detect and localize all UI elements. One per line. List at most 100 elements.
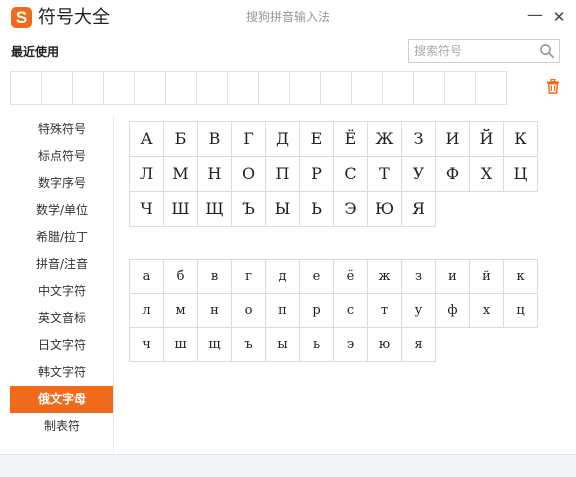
- symbol-cell[interactable]: й: [470, 260, 504, 294]
- symbol-cell[interactable]: Ь: [300, 192, 334, 227]
- symbol-cell[interactable]: ф: [436, 294, 470, 328]
- symbol-cell[interactable]: д: [266, 260, 300, 294]
- symbol-cell[interactable]: щ: [198, 328, 232, 362]
- recent-slot[interactable]: [259, 72, 290, 104]
- symbol-cell[interactable]: В: [198, 122, 232, 157]
- symbol-cell[interactable]: ы: [266, 328, 300, 362]
- symbol-cell[interactable]: С: [334, 157, 368, 192]
- symbol-cell[interactable]: в: [198, 260, 232, 294]
- symbol-cell[interactable]: П: [266, 157, 300, 192]
- symbol-cell[interactable]: е: [300, 260, 334, 294]
- recent-slot[interactable]: [414, 72, 445, 104]
- symbol-cell[interactable]: з: [402, 260, 436, 294]
- symbol-cell[interactable]: Щ: [198, 192, 232, 227]
- category-item[interactable]: 韩文字符: [10, 359, 114, 386]
- symbol-cell[interactable]: л: [130, 294, 164, 328]
- symbol-cell[interactable]: ё: [334, 260, 368, 294]
- recent-slot[interactable]: [321, 72, 352, 104]
- recent-slot[interactable]: [73, 72, 104, 104]
- recent-slot[interactable]: [104, 72, 135, 104]
- symbol-cell[interactable]: Ю: [368, 192, 402, 227]
- symbol-cell[interactable]: с: [334, 294, 368, 328]
- symbol-cell[interactable]: ц: [504, 294, 538, 328]
- symbol-cell[interactable]: Б: [164, 122, 198, 157]
- symbol-cell[interactable]: З: [402, 122, 436, 157]
- symbol-cell[interactable]: а: [130, 260, 164, 294]
- symbol-cell[interactable]: М: [164, 157, 198, 192]
- search-box[interactable]: [408, 39, 560, 63]
- symbol-cell[interactable]: О: [232, 157, 266, 192]
- symbol-cell[interactable]: Ч: [130, 192, 164, 227]
- close-button[interactable]: ✕: [550, 8, 568, 26]
- symbol-cell[interactable]: г: [232, 260, 266, 294]
- symbol-cell[interactable]: Р: [300, 157, 334, 192]
- symbol-cell[interactable]: к: [504, 260, 538, 294]
- symbol-cell[interactable]: К: [504, 122, 538, 157]
- category-item[interactable]: 特殊符号: [10, 116, 114, 143]
- title-bar[interactable]: S 符号大全 搜狗拼音输入法 — ✕: [0, 0, 576, 36]
- symbol-cell[interactable]: э: [334, 328, 368, 362]
- search-input[interactable]: [414, 43, 539, 59]
- symbol-cell[interactable]: Д: [266, 122, 300, 157]
- recent-slot[interactable]: [197, 72, 228, 104]
- symbol-cell[interactable]: У: [402, 157, 436, 192]
- symbol-cell[interactable]: н: [198, 294, 232, 328]
- symbol-cell[interactable]: п: [266, 294, 300, 328]
- trash-icon[interactable]: [546, 79, 560, 94]
- symbol-cell[interactable]: я: [402, 328, 436, 362]
- symbol-cell[interactable]: Й: [470, 122, 504, 157]
- category-item[interactable]: 制表符: [10, 413, 114, 440]
- category-item[interactable]: 拼音/注音: [10, 251, 114, 278]
- symbol-cell[interactable]: и: [436, 260, 470, 294]
- symbol-cell[interactable]: И: [436, 122, 470, 157]
- recent-slot[interactable]: [352, 72, 383, 104]
- recent-slot[interactable]: [445, 72, 476, 104]
- symbol-cell[interactable]: ч: [130, 328, 164, 362]
- symbol-cell[interactable]: Ъ: [232, 192, 266, 227]
- recent-slot[interactable]: [383, 72, 414, 104]
- symbol-cell[interactable]: ъ: [232, 328, 266, 362]
- recent-slot[interactable]: [476, 72, 507, 104]
- symbol-cell[interactable]: Э: [334, 192, 368, 227]
- minimize-button[interactable]: —: [526, 6, 544, 24]
- symbol-cell[interactable]: Х: [470, 157, 504, 192]
- symbol-cell[interactable]: р: [300, 294, 334, 328]
- symbol-cell[interactable]: Ы: [266, 192, 300, 227]
- symbol-cell[interactable]: Н: [198, 157, 232, 192]
- symbol-cell[interactable]: о: [232, 294, 266, 328]
- category-item[interactable]: 英文音标: [10, 305, 114, 332]
- recent-slot[interactable]: [42, 72, 73, 104]
- symbol-cell[interactable]: у: [402, 294, 436, 328]
- symbol-cell[interactable]: х: [470, 294, 504, 328]
- symbol-cell[interactable]: ж: [368, 260, 402, 294]
- category-item[interactable]: 中文字符: [10, 278, 114, 305]
- category-item[interactable]: 希腊/拉丁: [10, 224, 114, 251]
- symbol-cell[interactable]: т: [368, 294, 402, 328]
- recent-slot[interactable]: [135, 72, 166, 104]
- symbol-cell[interactable]: Т: [368, 157, 402, 192]
- symbol-cell[interactable]: Ш: [164, 192, 198, 227]
- symbol-cell[interactable]: б: [164, 260, 198, 294]
- symbol-cell[interactable]: Ф: [436, 157, 470, 192]
- symbol-cell[interactable]: Л: [130, 157, 164, 192]
- symbol-cell[interactable]: Е: [300, 122, 334, 157]
- symbol-cell[interactable]: ь: [300, 328, 334, 362]
- symbol-cell[interactable]: Я: [402, 192, 436, 227]
- recent-slot[interactable]: [228, 72, 259, 104]
- symbol-cell[interactable]: Ц: [504, 157, 538, 192]
- category-item[interactable]: 标点符号: [10, 143, 114, 170]
- symbol-cell[interactable]: Г: [232, 122, 266, 157]
- symbol-cell[interactable]: Ё: [334, 122, 368, 157]
- category-item[interactable]: 数字序号: [10, 170, 114, 197]
- symbol-cell[interactable]: м: [164, 294, 198, 328]
- recent-slot[interactable]: [290, 72, 321, 104]
- category-item[interactable]: 俄文字母: [10, 386, 114, 413]
- recent-slot[interactable]: [166, 72, 197, 104]
- symbol-cell[interactable]: ю: [368, 328, 402, 362]
- symbol-cell[interactable]: А: [130, 122, 164, 157]
- recent-slot[interactable]: [11, 72, 42, 104]
- symbol-cell[interactable]: ш: [164, 328, 198, 362]
- symbol-cell[interactable]: Ж: [368, 122, 402, 157]
- category-item[interactable]: 数学/单位: [10, 197, 114, 224]
- category-item[interactable]: 日文字符: [10, 332, 114, 359]
